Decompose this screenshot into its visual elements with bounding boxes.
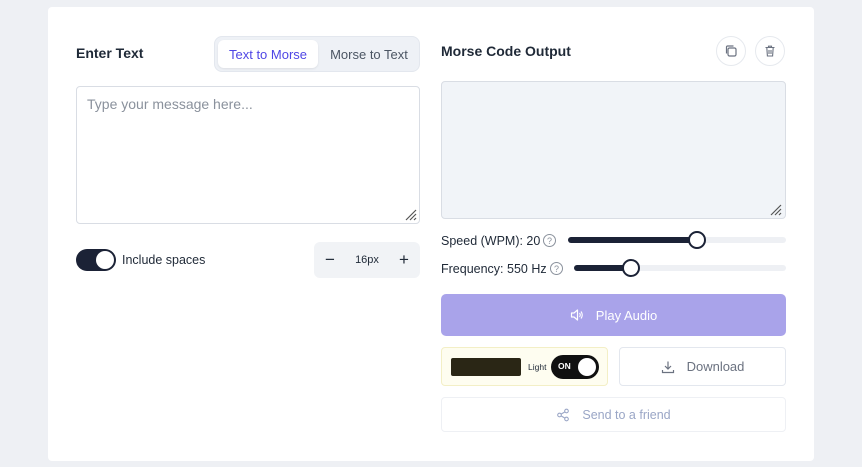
color-swatch[interactable] — [451, 358, 521, 376]
frequency-slider-thumb[interactable] — [622, 259, 641, 277]
output-heading: Morse Code Output — [441, 43, 571, 59]
share-label: Send to a friend — [582, 407, 671, 422]
light-toggle[interactable]: ON — [551, 355, 599, 379]
morse-output[interactable] — [441, 81, 786, 219]
speed-slider-fill — [568, 237, 697, 243]
include-spaces-label: Include spaces — [122, 253, 206, 267]
download-button[interactable]: Download — [619, 347, 786, 386]
resize-grip-icon[interactable] — [403, 207, 417, 221]
play-audio-button[interactable]: Play Audio — [441, 294, 786, 336]
speed-slider[interactable] — [568, 231, 786, 249]
message-input[interactable] — [76, 86, 420, 224]
share-icon — [557, 408, 570, 421]
tab-text-to-morse[interactable]: Text to Morse — [218, 40, 318, 68]
toggle-knob — [578, 358, 596, 376]
copy-button[interactable] — [716, 36, 746, 66]
font-size-stepper: − 16px + — [314, 242, 420, 278]
font-size-value: 16px — [355, 254, 379, 266]
light-label: Light — [528, 362, 547, 372]
share-button[interactable]: Send to a friend — [441, 397, 786, 432]
download-label: Download — [686, 359, 745, 374]
frequency-help-icon[interactable]: ? — [550, 262, 563, 275]
speed-slider-thumb[interactable] — [687, 231, 706, 249]
frequency-label: Frequency: 550 Hz — [441, 262, 547, 276]
increase-font-button[interactable]: + — [388, 242, 420, 278]
download-icon — [661, 361, 674, 373]
include-spaces-toggle[interactable] — [76, 249, 116, 271]
toggle-knob — [96, 251, 114, 269]
speaker-icon — [570, 309, 583, 321]
theme-selector: Light ON — [441, 347, 608, 386]
mode-toggle: Text to Morse Morse to Text — [214, 36, 420, 72]
decrease-font-button[interactable]: − — [314, 242, 346, 278]
clear-button[interactable] — [755, 36, 785, 66]
toggle-state-label: ON — [558, 361, 571, 371]
trash-icon — [765, 45, 775, 57]
copy-icon — [725, 45, 737, 57]
enter-text-heading: Enter Text — [76, 45, 144, 61]
speed-label: Speed (WPM): 20 — [441, 234, 541, 248]
main-card: Enter Text Text to Morse Morse to Text I… — [48, 7, 814, 461]
speed-help-icon[interactable]: ? — [543, 234, 556, 247]
resize-grip-icon[interactable] — [768, 202, 782, 216]
tab-morse-to-text[interactable]: Morse to Text — [320, 40, 418, 68]
frequency-slider[interactable] — [574, 259, 786, 277]
play-audio-label: Play Audio — [595, 307, 658, 323]
